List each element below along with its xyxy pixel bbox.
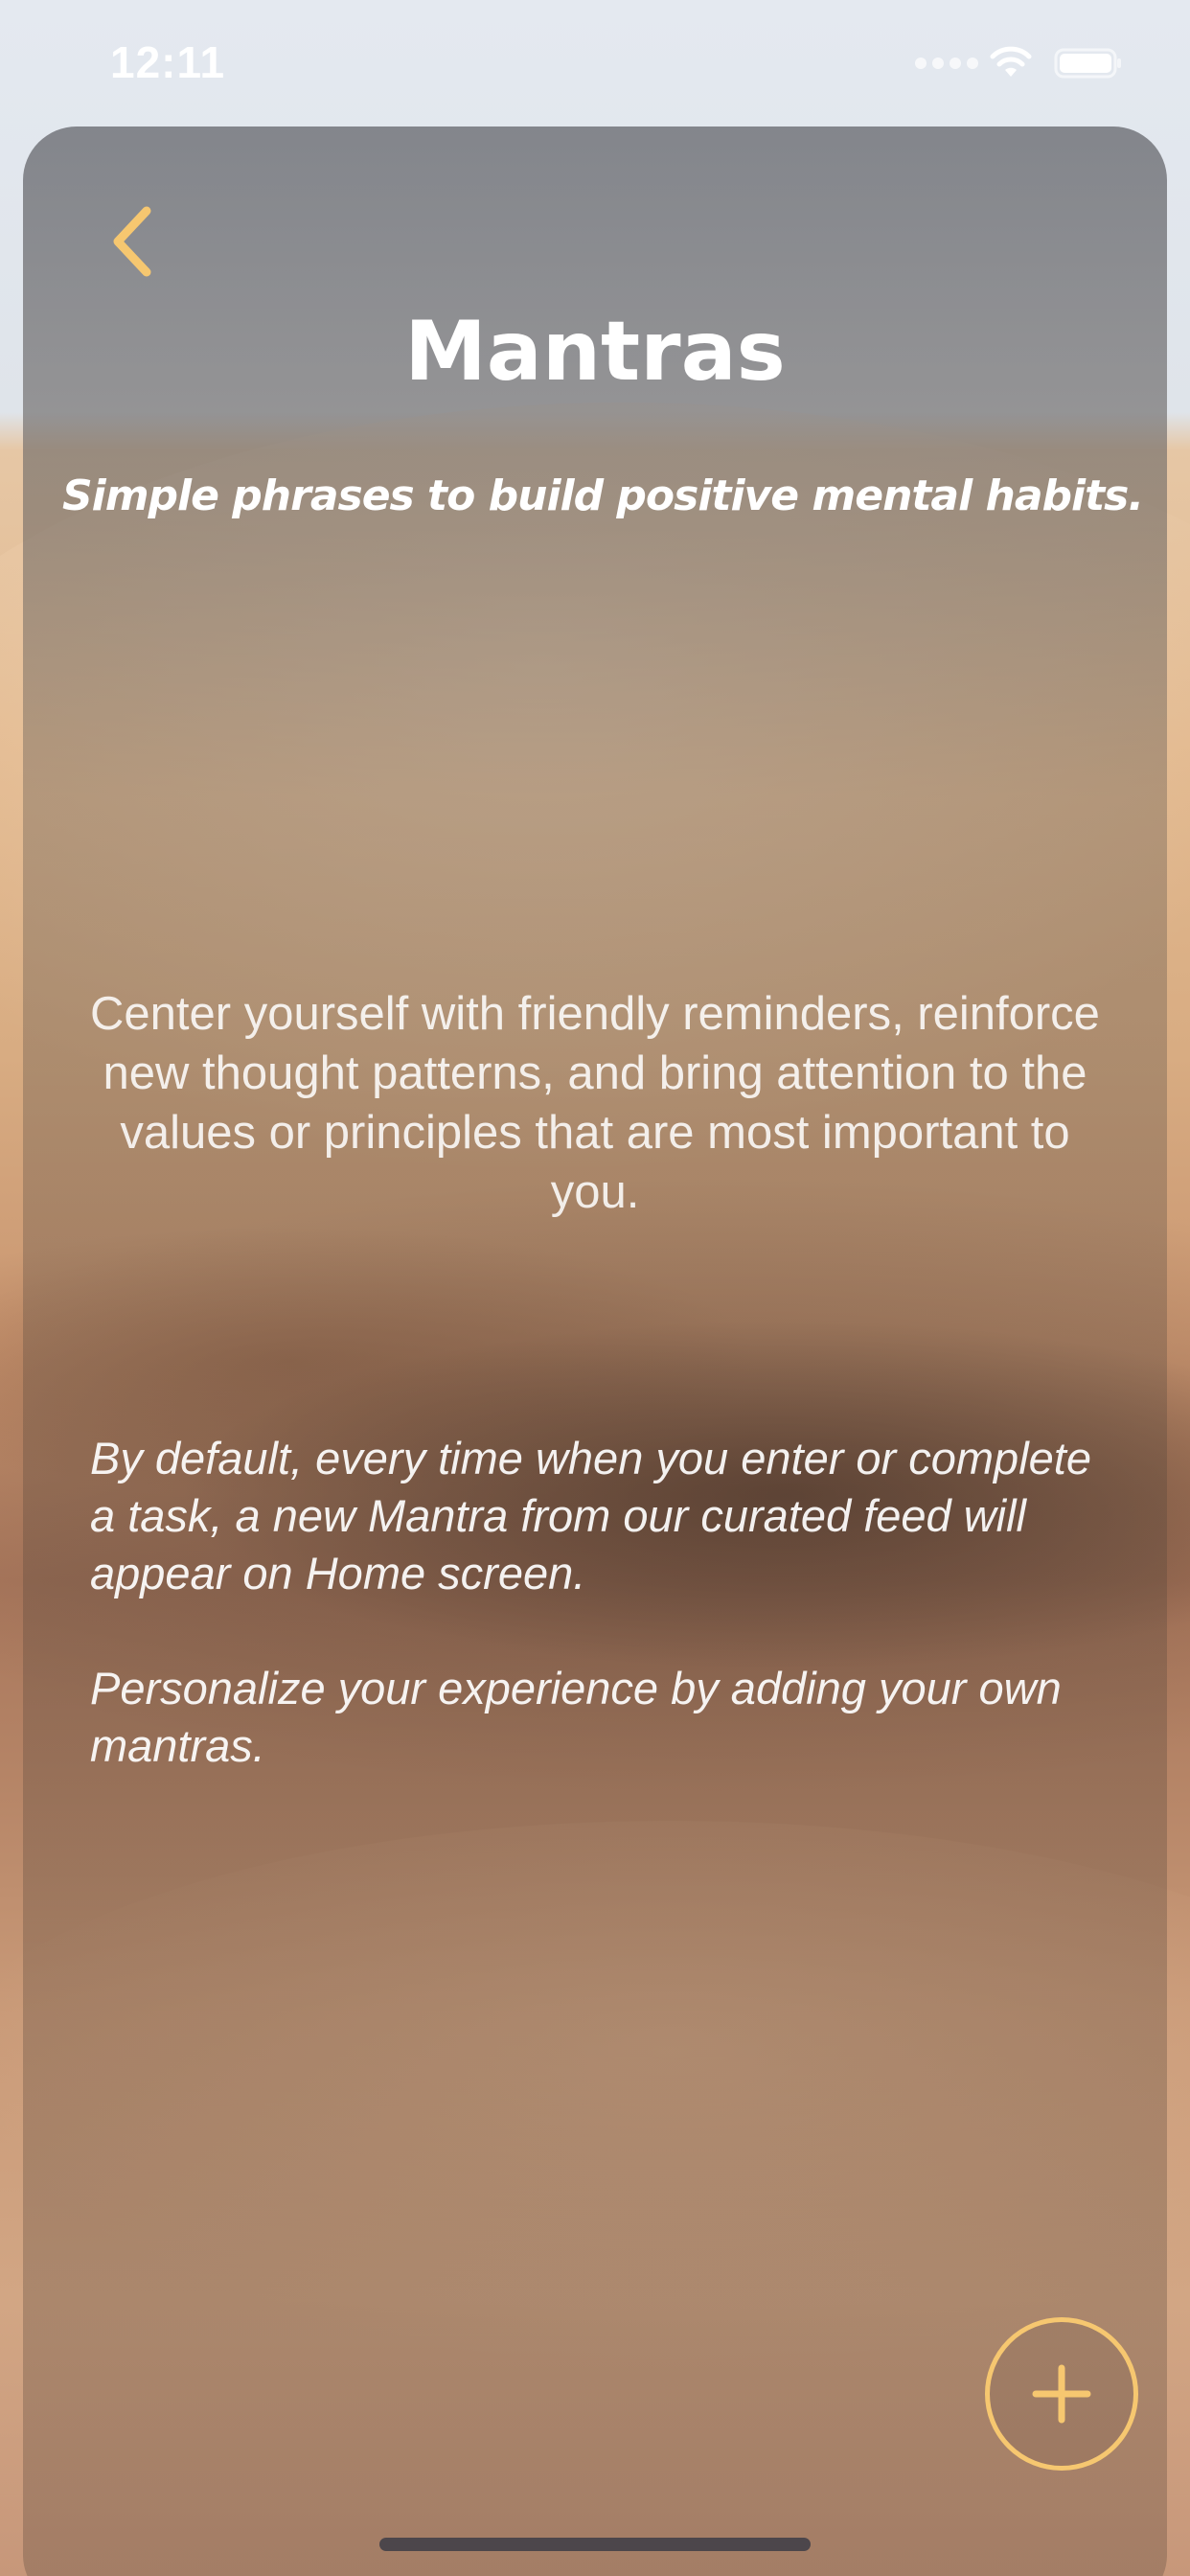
info-paragraph-default: By default, every time when you enter or… — [90, 1433, 1091, 1598]
status-time: 12:11 — [110, 37, 226, 87]
page-subtitle: Simple phrases to build positive mental … — [61, 472, 1144, 520]
back-button[interactable] — [90, 194, 176, 289]
battery-icon — [1054, 48, 1121, 79]
mantras-screen: 12:11 Mantras Simple phrases to build po… — [0, 0, 1190, 2576]
cellular-signal-icon — [915, 58, 978, 69]
page-title: Mantras — [404, 304, 786, 400]
chevron-left-icon — [113, 206, 151, 277]
mantras-description: Center yourself with friendly reminders,… — [90, 988, 1100, 1218]
home-indicator[interactable] — [379, 2538, 811, 2551]
status-bar: 12:11 — [0, 0, 1190, 126]
mantras-sheet: Mantras Simple phrases to build positive… — [23, 126, 1167, 2576]
add-mantra-button[interactable] — [985, 2317, 1138, 2471]
info-paragraph-personalize: Personalize your experience by adding yo… — [90, 1663, 1062, 1771]
plus-icon — [1032, 2364, 1091, 2424]
mantras-info: By default, every time when you enter or… — [90, 1430, 1106, 1832]
wifi-icon — [990, 46, 1032, 77]
